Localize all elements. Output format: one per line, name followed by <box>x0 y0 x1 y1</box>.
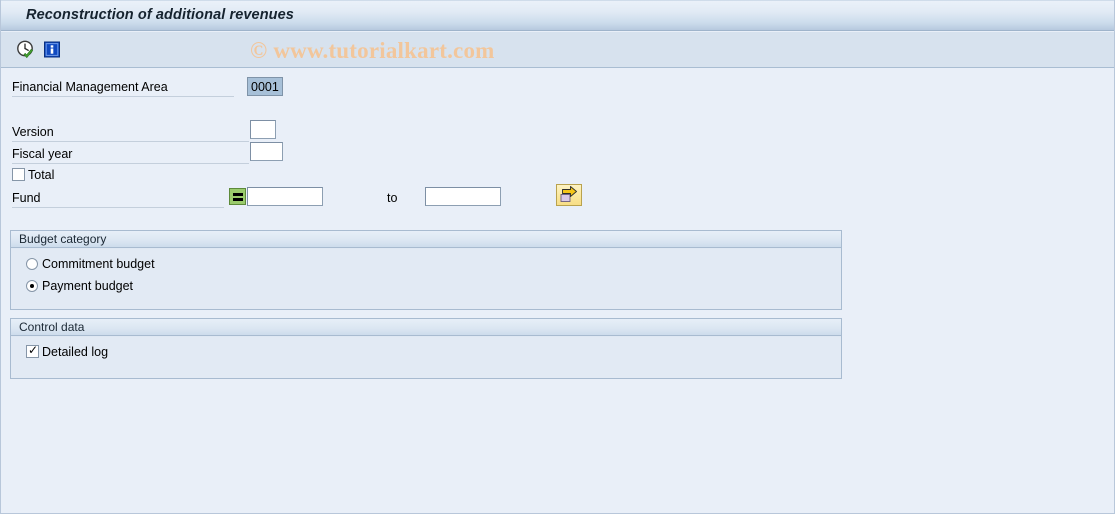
radio-commitment-budget[interactable] <box>26 258 38 270</box>
equals-icon <box>233 193 243 196</box>
fiscal-year-input[interactable] <box>250 142 283 161</box>
version-input[interactable] <box>250 120 276 139</box>
fund-to-label: to <box>387 191 398 205</box>
budget-category-group-header: Budget category <box>11 231 841 248</box>
control-data-group-header: Control data <box>11 319 841 336</box>
selection-screen: Financial Management Area Version Fiscal… <box>1 69 1114 513</box>
checkmark-icon: ✓ <box>28 343 39 357</box>
radio-payment-budget-label: Payment budget <box>42 279 134 293</box>
control-data-group-body: ✓ Detailed log <box>11 337 841 378</box>
radio-selected-dot <box>30 284 34 288</box>
fund-to-input[interactable] <box>425 187 501 206</box>
label-underline <box>12 207 224 208</box>
sap-transaction-window: Reconstruction of additional revenues © … <box>0 0 1115 514</box>
watermark-text: © www.tutorialkart.com <box>250 38 495 63</box>
total-checkbox-label: Total <box>28 168 55 182</box>
radio-commitment-budget-label: Commitment budget <box>42 257 155 271</box>
execute-icon[interactable] <box>15 39 37 61</box>
fund-operator-button[interactable] <box>229 188 246 205</box>
information-icon[interactable] <box>41 39 63 61</box>
budget-category-title: Budget category <box>19 232 107 246</box>
fund-from-input[interactable] <box>247 187 323 206</box>
detailed-log-label: Detailed log <box>42 345 109 359</box>
radio-payment-budget[interactable] <box>26 280 38 292</box>
financial-management-area-label: Financial Management Area <box>12 80 168 94</box>
fiscal-year-label: Fiscal year <box>12 147 73 161</box>
label-underline <box>12 163 249 164</box>
budget-category-group: Budget category Commitment budget Paymen… <box>10 230 842 310</box>
detailed-log-checkbox[interactable]: ✓ <box>26 343 39 358</box>
fund-label: Fund <box>12 191 41 205</box>
budget-category-group-body: Commitment budget Payment budget <box>11 249 841 309</box>
page-title: Reconstruction of additional revenues <box>26 7 294 23</box>
label-underline <box>12 96 234 97</box>
application-toolbar <box>1 32 1114 68</box>
total-checkbox[interactable] <box>12 168 25 181</box>
control-data-title: Control data <box>19 320 85 334</box>
window-titlebar: Reconstruction of additional revenues <box>1 0 1114 31</box>
control-data-group: Control data ✓ Detailed log <box>10 318 842 379</box>
label-underline <box>12 141 249 142</box>
financial-management-area-input[interactable] <box>247 77 283 96</box>
multiple-selection-button[interactable] <box>556 184 582 206</box>
version-label: Version <box>12 125 54 139</box>
